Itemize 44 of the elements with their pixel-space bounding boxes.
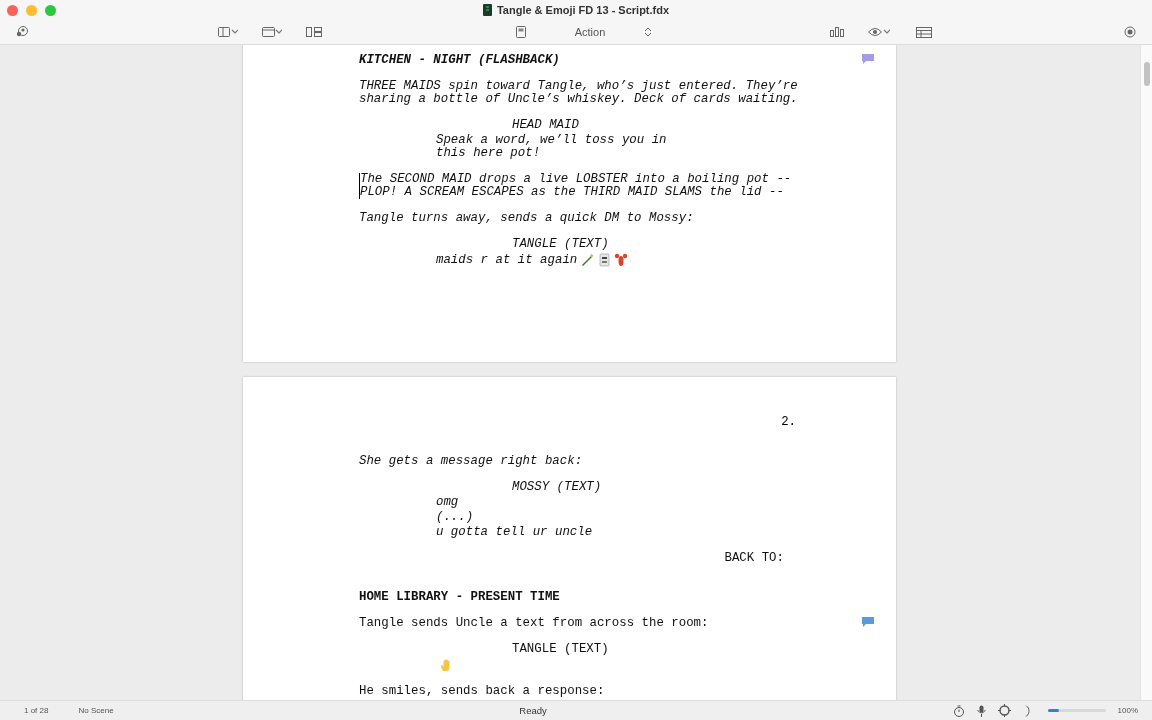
character-name: TANGLE (TEXT) (512, 238, 609, 251)
hand-icon (439, 658, 453, 672)
table-icon[interactable] (914, 24, 934, 40)
timer-icon[interactable] (952, 704, 965, 717)
layout-icon[interactable] (304, 25, 324, 39)
bottle-icon (580, 253, 595, 267)
dialogue-text: u gotta tell ur uncle (436, 526, 593, 539)
window-title: Tangle & Emoji FD 13 - Script.fdx (496, 4, 670, 16)
action-text: Tangle turns away, sends a quick DM to Mossy: (359, 212, 694, 225)
bar-chart-icon[interactable] (828, 25, 846, 39)
scene-heading: KITCHEN - NIGHT (FLASHBACK) (359, 54, 560, 67)
action-text: THREE MAIDS spin toward Tangle, who’s just entered. They’re sharing a bottle of Uncle’s whiskey. Deck of cards waiting. (359, 80, 798, 106)
action-text: The SECOND MAID drops a live LOBSTER into a boiling pot -- PLOP! A SCREAM ESCAPES as the THIRD MAID SLAMS the lid -- (359, 173, 792, 199)
close-button[interactable] (7, 4, 18, 16)
window-icon[interactable] (260, 25, 284, 39)
sidebar-icon[interactable] (216, 25, 240, 39)
lobster-icon (614, 253, 629, 267)
dialogue-text: omg (436, 496, 459, 509)
index-card-icon[interactable] (514, 24, 528, 40)
microphone-icon[interactable] (976, 704, 986, 717)
scene-label: No Scene (78, 706, 114, 715)
dialogue-text: Speak a word, we’ll toss you in this here pot! (436, 134, 667, 160)
parenthetical-text: (...) (436, 511, 474, 524)
comment-icon[interactable] (862, 617, 874, 627)
zoom-level: 100% (1117, 706, 1138, 715)
eye-icon[interactable] (866, 25, 892, 39)
page-number: 2. (781, 415, 796, 429)
character-name: HEAD MAID (512, 119, 579, 132)
character-name: MOSSY (TEXT) (512, 481, 602, 494)
page-count: 1 of 28 (24, 706, 49, 715)
action-text: Tangle sends Uncle a text from across the room: (359, 617, 709, 630)
document-icon (482, 4, 492, 16)
status-text: Ready (518, 705, 548, 716)
scrollbar[interactable] (1140, 45, 1152, 700)
action-text: He smiles, sends back a response: (359, 685, 605, 698)
card-icon (597, 253, 612, 267)
action-text: She gets a message right back: (359, 455, 583, 468)
record-icon[interactable] (1122, 24, 1138, 40)
transition-text: BACK TO: (724, 552, 784, 565)
dialogue-text: maids r at it again (436, 253, 578, 267)
updown-icon (645, 27, 652, 37)
target-icon[interactable] (997, 704, 1011, 717)
scene-heading: HOME LIBRARY - PRESENT TIME (359, 591, 560, 604)
character-name: TANGLE (TEXT) (512, 643, 609, 656)
